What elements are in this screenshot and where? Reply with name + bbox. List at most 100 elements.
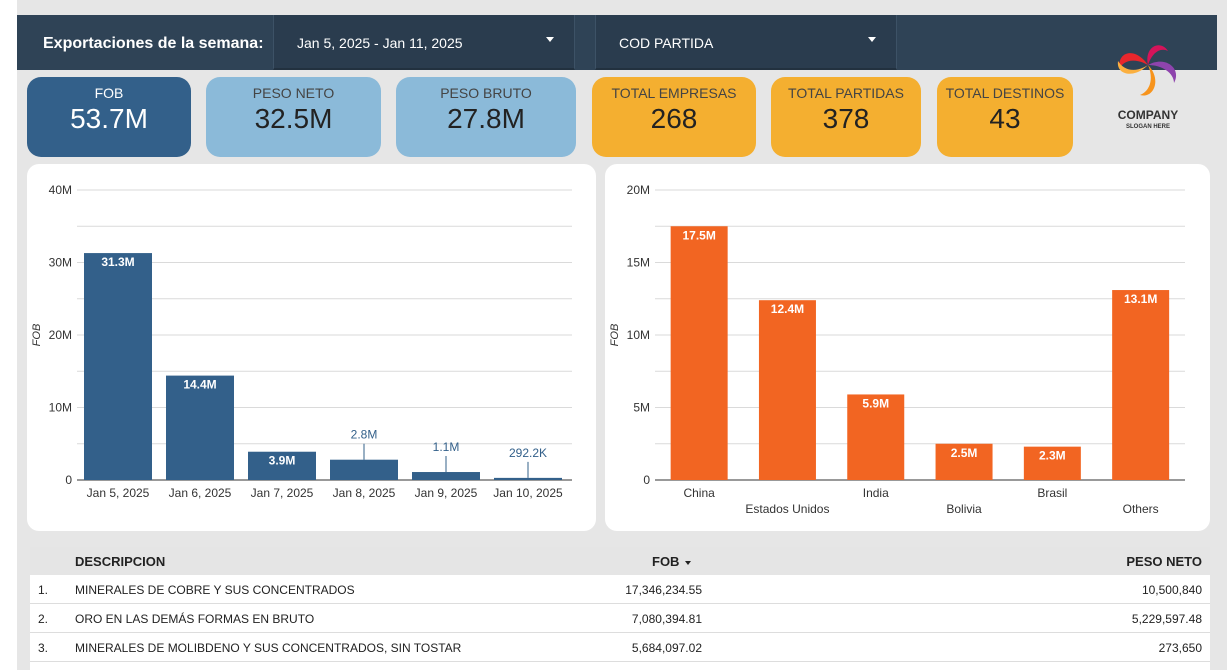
- kpi-value: 378: [822, 103, 870, 134]
- kpi-value: 43: [989, 103, 1021, 134]
- date-range-dropdown[interactable]: Jan 5, 2025 - Jan 11, 2025: [273, 15, 575, 70]
- kpi-label: PESO BRUTO: [440, 85, 532, 101]
- fob-by-destination-chart: 0 5M 10M 15M 20M FOB 17.5M China 12.4M Estados Un…: [609, 183, 1185, 516]
- x-tick-label: Jan 5, 2025: [87, 486, 150, 500]
- table-row[interactable]: 3. MINERALES DE MOLIBDENO Y SUS CONCENTR…: [30, 633, 1210, 662]
- date-range-value: Jan 5, 2025 - Jan 11, 2025: [297, 35, 463, 51]
- table-row[interactable]: 1. MINERALES DE COBRE Y SUS CONCENTRADOS…: [30, 575, 1210, 604]
- kpi-value: 27.8M: [447, 103, 525, 134]
- y-tick-label: 10M: [49, 401, 72, 415]
- kpi-total-destinos: TOTAL DESTINOS 43: [937, 77, 1073, 157]
- table-row[interactable]: 2. ORO EN LAS DEMÁS FORMAS EN BRUTO 7,08…: [30, 604, 1210, 633]
- fob-by-destination-chart-panel: 0 5M 10M 15M 20M FOB 17.5M China 12.4M Estados Un…: [605, 164, 1210, 531]
- data-label: 13.1M: [1124, 292, 1157, 306]
- y-tick-label: 40M: [49, 183, 72, 197]
- y-tick-label: 10M: [627, 328, 650, 342]
- kpi-value: 53.7M: [70, 103, 148, 134]
- y-axis-label: FOB: [609, 324, 621, 347]
- y-tick-label: 0: [65, 473, 72, 487]
- fob-by-date-chart-panel: 0 10M 20M 30M 40M FOB 31.3M Jan 5, 2025 14.4M Jan…: [27, 164, 596, 531]
- column-header-fob[interactable]: FOB: [652, 554, 692, 569]
- y-tick-label: 20M: [627, 183, 650, 197]
- logo-slogan: SLOGAN HERE: [1125, 124, 1170, 130]
- data-label: 3.9M: [269, 454, 296, 468]
- partidas-table: DESCRIPCION FOB PESO NETO 1. MINERALES D…: [30, 547, 1210, 670]
- row-descripcion: MINERALES DE MOLIBDENO Y SUS CONCENTRADO…: [75, 641, 462, 655]
- x-tick-label: Bolivia: [946, 502, 982, 516]
- left-margin: [0, 0, 17, 670]
- data-label: 292.2K: [509, 446, 547, 460]
- bar: [412, 472, 480, 480]
- y-tick-label: 0: [643, 473, 650, 487]
- kpi-label: FOB: [94, 85, 124, 101]
- logo-swirl-icon: [1117, 45, 1177, 96]
- data-label: 17.5M: [682, 228, 715, 242]
- bar: [84, 253, 152, 480]
- x-tick-label: India: [863, 486, 889, 500]
- logo-name: COMPANY: [1117, 108, 1179, 122]
- row-peso-neto: 10,500,840: [1141, 583, 1202, 597]
- y-tick-label: 15M: [627, 256, 650, 270]
- data-label: 5.9M: [862, 396, 889, 410]
- cod-partida-value: COD PARTIDA: [619, 35, 714, 51]
- kpi-value: 268: [650, 103, 698, 134]
- header-bar: Exportaciones de la semana: Jan 5, 2025 …: [17, 15, 1217, 70]
- x-tick-label: Jan 9, 2025: [415, 486, 478, 500]
- bar: [1112, 290, 1170, 480]
- kpi-peso-bruto: PESO BRUTO 27.8M: [396, 77, 576, 157]
- kpi-label: PESO NETO: [252, 85, 335, 101]
- kpi-peso-neto: PESO NETO 32.5M: [206, 77, 381, 157]
- data-label: 2.5M: [951, 446, 978, 460]
- y-axis-label: FOB: [31, 324, 43, 347]
- data-label: 12.4M: [771, 302, 804, 316]
- row-fob: 5,684,097.02: [631, 641, 702, 655]
- row-descripcion: MINERALES DE COBRE Y SUS CONCENTRADOS: [75, 583, 355, 597]
- x-tick-label: Others: [1123, 502, 1159, 516]
- row-fob: 17,346,234.55: [625, 583, 702, 597]
- kpi-label: TOTAL EMPRESAS: [611, 85, 737, 101]
- row-descripcion: ORO EN LAS DEMÁS FORMAS EN BRUTO: [75, 612, 315, 626]
- kpi-total-partidas: TOTAL PARTIDAS 378: [771, 77, 921, 157]
- y-tick-label: 30M: [49, 256, 72, 270]
- kpi-label: TOTAL PARTIDAS: [788, 85, 904, 101]
- column-header-descripcion[interactable]: DESCRIPCION: [75, 554, 165, 569]
- row-index: 3.: [38, 641, 49, 655]
- kpi-total-empresas: TOTAL EMPRESAS 268: [592, 77, 756, 157]
- bar: [330, 459, 398, 480]
- column-header-peso-neto[interactable]: PESO NETO: [1126, 554, 1202, 569]
- chevron-down-icon: [868, 37, 876, 42]
- bar: [494, 477, 562, 480]
- x-tick-label: China: [683, 486, 715, 500]
- dashboard: Exportaciones de la semana: Jan 5, 2025 …: [0, 0, 1227, 670]
- column-header-fob-label: FOB: [652, 554, 680, 569]
- data-label: 2.3M: [1039, 449, 1066, 463]
- data-label: 1.1M: [433, 440, 460, 454]
- x-tick-label: Jan 7, 2025: [251, 486, 314, 500]
- x-tick-label: Jan 8, 2025: [333, 486, 396, 500]
- data-label: 14.4M: [183, 378, 216, 392]
- kpi-fob: FOB 53.7M: [27, 77, 191, 157]
- kpi-value: 32.5M: [254, 103, 333, 134]
- chevron-down-icon: [546, 37, 554, 42]
- bar: [670, 226, 728, 480]
- bar: [758, 300, 816, 480]
- data-label: 2.8M: [351, 428, 378, 442]
- row-fob: 7,080,394.81: [631, 612, 702, 626]
- row-index: 1.: [38, 583, 49, 597]
- row-peso-neto: 5,229,597.48: [1131, 612, 1202, 626]
- row-index: 2.: [38, 612, 49, 626]
- sort-desc-icon: [685, 560, 692, 565]
- y-tick-label: 5M: [633, 401, 650, 415]
- x-tick-label: Jan 6, 2025: [169, 486, 232, 500]
- cod-partida-dropdown[interactable]: COD PARTIDA: [595, 15, 897, 70]
- fob-by-date-chart: 0 10M 20M 30M 40M FOB 31.3M Jan 5, 2025 14.4M Jan…: [31, 183, 572, 500]
- x-tick-label: Brasil: [1037, 486, 1067, 500]
- kpi-label: TOTAL DESTINOS: [945, 85, 1065, 101]
- y-tick-label: 20M: [49, 328, 72, 342]
- row-peso-neto: 273,650: [1158, 641, 1202, 655]
- data-label: 31.3M: [101, 255, 134, 269]
- table-header: DESCRIPCION FOB PESO NETO: [30, 547, 1210, 575]
- x-tick-label: Jan 10, 2025: [493, 486, 563, 500]
- page-title: Exportaciones de la semana:: [43, 35, 264, 52]
- company-logo: COMPANY SLOGAN HERE: [1104, 35, 1192, 150]
